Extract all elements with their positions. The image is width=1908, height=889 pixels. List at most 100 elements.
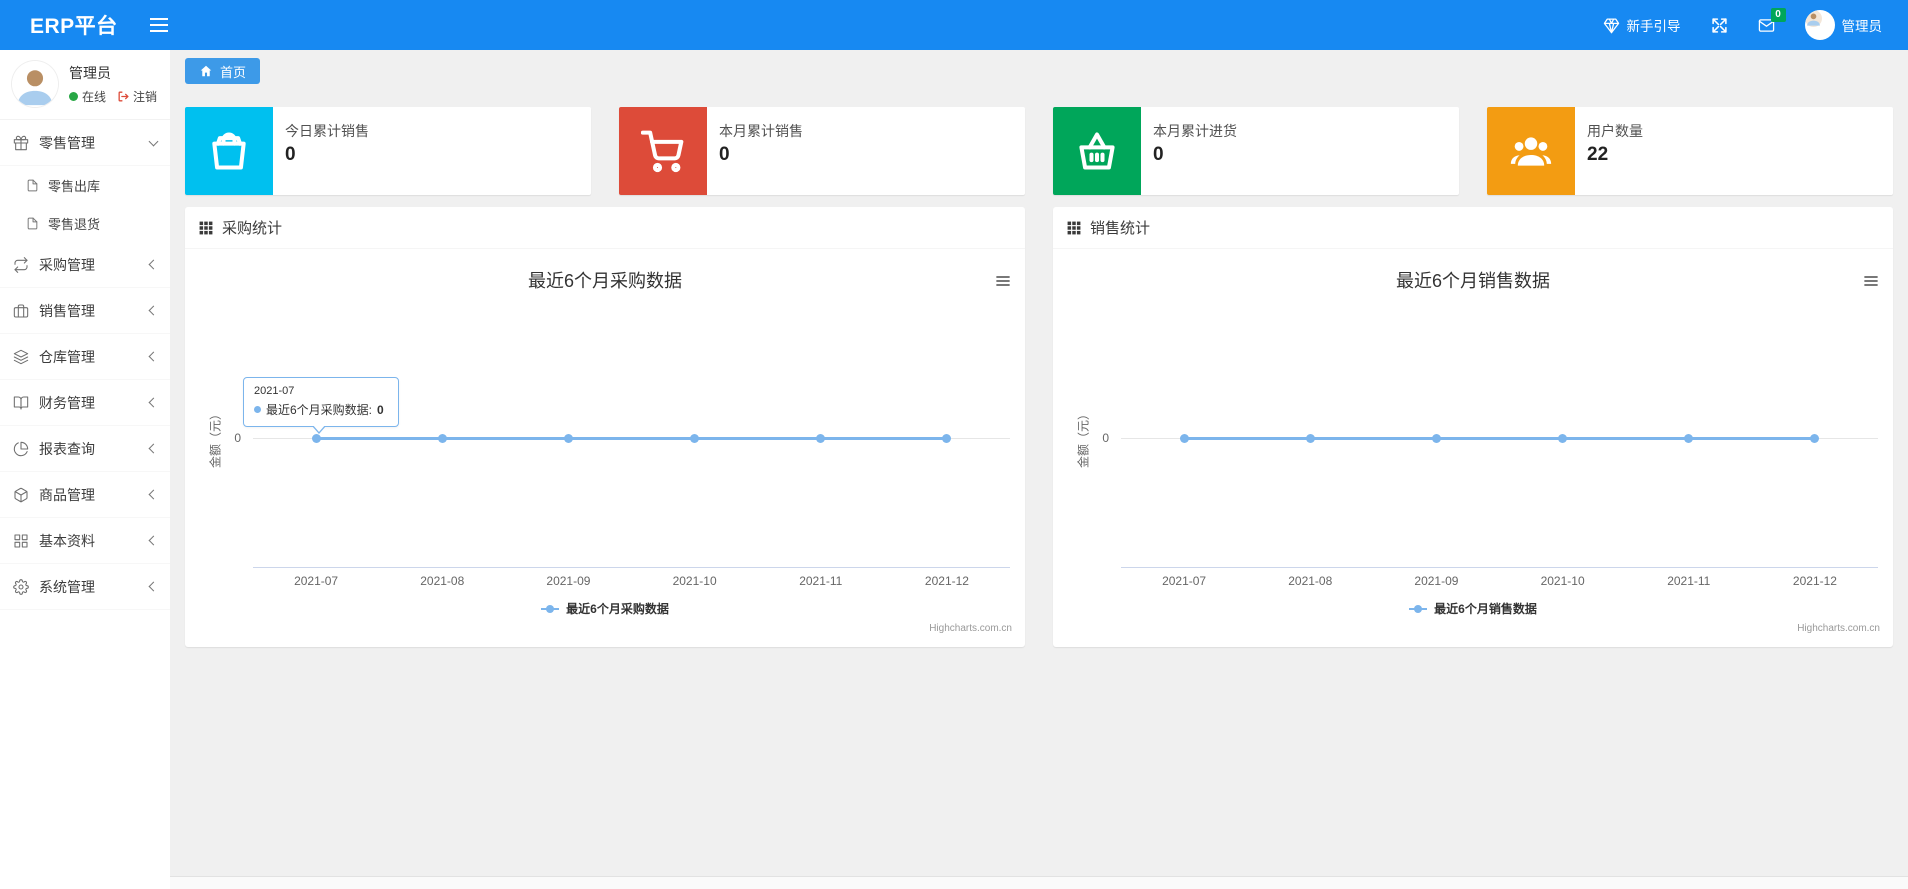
y-axis-label: 金额（元） [1076,407,1091,469]
highcharts-credits-link[interactable]: Highcharts.com.cn [929,623,1012,634]
card-value: 0 [719,144,730,165]
legend-label: 最近6个月采购数据 [566,602,669,616]
series-line [1184,437,1815,440]
sidebar-item-retail[interactable]: 零售管理 [0,120,170,166]
file-icon [27,179,38,191]
data-point[interactable] [1305,434,1315,443]
sidebar-item-retail-return[interactable]: 零售退货 [0,204,170,242]
box-icon [14,487,28,502]
data-point[interactable] [690,434,700,443]
users-icon [1510,137,1552,166]
th-grid-icon [199,221,213,234]
sidebar-item-sales[interactable]: 销售管理 [0,288,170,334]
panel-title: 销售统计 [1090,220,1151,237]
plot-area: 2021-07 2021-08 2021-09 2021-10 2021-11 … [253,249,1010,645]
home-icon [200,65,212,77]
y-axis-tick: 0 [234,431,241,445]
card-label: 本月累计进货 [1153,123,1237,139]
y-axis-tick: 0 [1102,431,1109,445]
card-icon-area [1487,107,1575,195]
sidebar-item-purchase[interactable]: 采购管理 [0,242,170,288]
chevron-left-icon [148,489,159,500]
sidebar-item-reports[interactable]: 报表查询 [0,426,170,472]
stat-cards-row: 今日累计销售 0 本月累计销售 0 本月累计进货 0 用户数量 22 [185,107,1893,195]
messages-button[interactable]: 0 [1758,7,1786,34]
chevron-left-icon [148,397,159,408]
grid-icon [14,533,28,548]
data-point[interactable] [1179,434,1189,443]
logout-link[interactable]: 注销 [117,88,157,105]
sidebar-item-retail-outbound[interactable]: 零售出库 [0,166,170,204]
topbar-right: 新手引导 0 管理员 [1603,7,1908,40]
online-status-label: 在线 [82,90,107,104]
legend-line-marker-icon [1409,604,1428,613]
series-line [316,437,947,440]
expand-arrows-icon [1711,17,1727,33]
chevron-left-icon [148,443,159,454]
data-point[interactable] [437,434,447,443]
purchase-stats-panel: 采购统计 最近6个月采购数据 金额（元） 0 2021-07 2021-08 2… [185,207,1025,647]
x-tick: 2021-12 [924,574,969,588]
chevron-left-icon [148,351,159,362]
layers-icon [13,349,29,364]
sidebar-item-finance[interactable]: 财务管理 [0,380,170,426]
x-tick: 2021-07 [1162,574,1207,588]
stat-card-month-sales: 本月累计销售 0 [619,107,1025,195]
x-tick: 2021-08 [420,574,465,588]
avatar [1804,10,1835,40]
sidebar-menu: 零售管理 零售出库 零售退货 采购管理 销售管理 仓库管理 财务管理 报表查询 … [0,120,170,610]
legend-item[interactable]: 最近6个月采购数据 [185,600,1025,617]
x-tick: 2021-09 [546,574,591,588]
sidebar-item-warehouse[interactable]: 仓库管理 [0,334,170,380]
x-tick: 2021-11 [1667,574,1711,588]
x-axis-line [1121,567,1878,568]
data-point[interactable] [1684,434,1694,443]
data-point[interactable] [942,434,952,443]
legend-item[interactable]: 最近6个月销售数据 [1053,600,1893,617]
app-brand[interactable]: ERP平台 [0,10,138,40]
data-point[interactable] [1431,434,1441,443]
data-point[interactable] [563,434,573,443]
sidebar-toggle-button[interactable] [138,14,180,36]
sidebar-user-panel: 管理员 在线 注销 [0,50,170,120]
data-point[interactable] [311,434,321,443]
user-menu[interactable]: 管理员 [1804,10,1883,40]
fullscreen-button[interactable] [1711,17,1728,34]
sidebar-item-label: 商品管理 [39,486,95,503]
app-header: ERP平台 新手引导 0 管理员 [0,0,1908,50]
book-open-icon [13,395,29,410]
shopping-basket-icon [1079,132,1115,170]
sidebar-item-label: 采购管理 [39,256,95,273]
stat-card-user-count: 用户数量 22 [1487,107,1893,195]
data-point[interactable] [1810,434,1820,443]
message-count-badge: 0 [1770,7,1786,22]
guide-link[interactable]: 新手引导 [1603,15,1681,35]
x-axis-labels: 2021-07 2021-08 2021-09 2021-10 2021-11 … [253,574,1010,588]
purchase-chart: 最近6个月采购数据 金额（元） 0 2021-07 2021-08 2021-0… [185,249,1025,645]
user-name-label: 管理员 [1841,19,1883,34]
card-label: 本月累计销售 [719,123,803,139]
sidebar-item-basic-data[interactable]: 基本资料 [0,518,170,564]
sidebar-item-system[interactable]: 系统管理 [0,564,170,610]
stat-card-month-purchase: 本月累计进货 0 [1053,107,1459,195]
x-axis-labels: 2021-07 2021-08 2021-09 2021-10 2021-11 … [1121,574,1878,588]
breadcrumb-tab-home[interactable]: 首页 [185,58,261,84]
x-tick: 2021-10 [1540,574,1585,588]
sidebar-item-label: 仓库管理 [39,348,95,365]
panel-header: 采购统计 [185,207,1025,249]
data-point[interactable] [816,434,826,443]
file-icon [27,217,38,229]
chevron-left-icon [148,581,159,592]
x-tick: 2021-09 [1414,574,1459,588]
main-content: 首页 今日累计销售 0 本月累计销售 0 本月累计进货 0 用户数量 22 采购… [170,50,1908,889]
highcharts-credits-link[interactable]: Highcharts.com.cn [1797,623,1880,634]
x-tick: 2021-08 [1288,574,1333,588]
sidebar: 管理员 在线 注销 零售管理 零售出库 零售退货 采购管理 销售管理 仓库管理 … [0,50,170,889]
sidebar-item-goods[interactable]: 商品管理 [0,472,170,518]
card-icon-area [1053,107,1141,195]
data-point[interactable] [1558,434,1568,443]
tooltip-value: 0 [377,402,384,417]
sidebar-item-label: 财务管理 [39,394,95,411]
tooltip-arrow [312,424,326,432]
shopping-bag-icon [212,132,246,170]
